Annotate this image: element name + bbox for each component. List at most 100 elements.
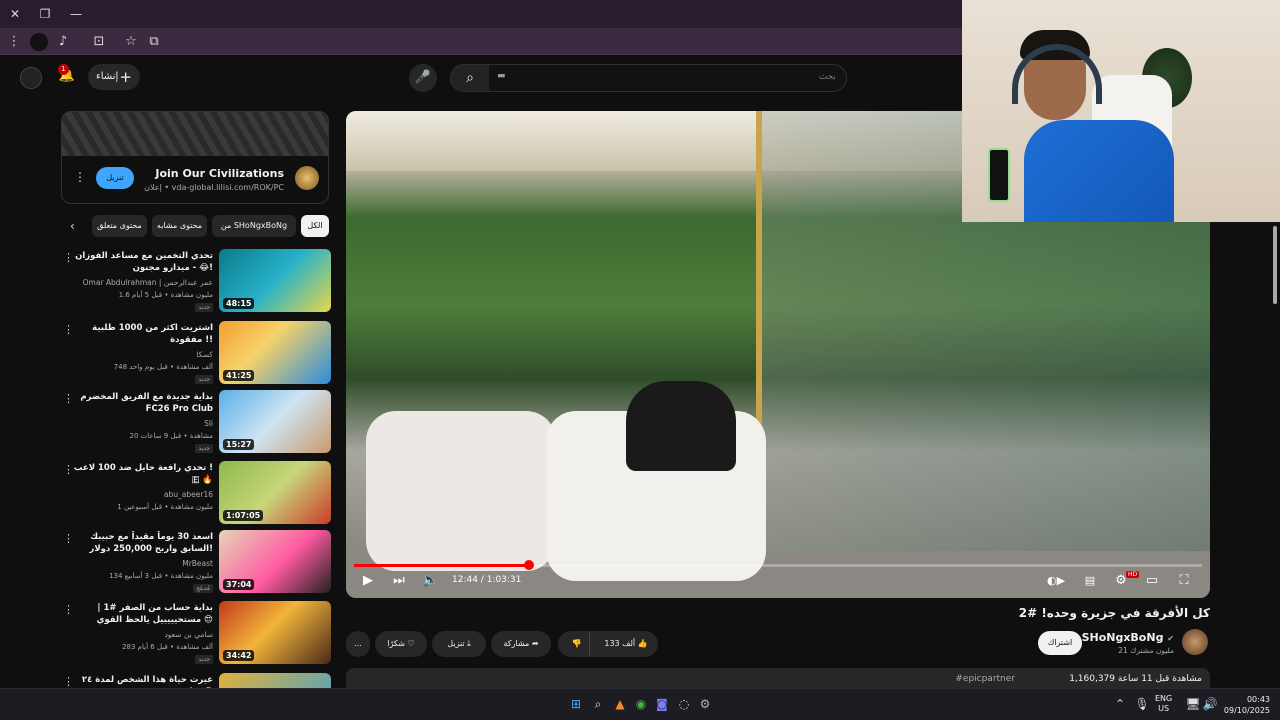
video-thumbnail (219, 673, 331, 688)
settings-icon[interactable]: ⚙ (697, 696, 713, 712)
like-dislike-group: 133 ألف 👍 👎 (558, 631, 658, 657)
search-query-value: ▬ (497, 71, 506, 81)
video-thumbnail: 34:42 (219, 601, 331, 664)
thanks-label: شكرًا (387, 639, 406, 648)
network-icon[interactable]: 🖥 (1185, 696, 1201, 712)
subscribe-button[interactable]: اشتراك (1038, 631, 1082, 655)
chips-scroll-left-icon[interactable]: ‹ (70, 219, 75, 233)
rec-channel: MrBeast (182, 559, 213, 568)
page-scrollbar[interactable] (1270, 222, 1280, 688)
video-thumbnail: 15:27 (219, 390, 331, 453)
duration-badge: 48:15 (223, 298, 255, 309)
sponsored-ad-card[interactable]: Join Our Civilizations إعلان • vda-globa… (61, 111, 329, 204)
tab-search-icon[interactable]: ⧉ (145, 33, 163, 51)
restore-icon[interactable]: ❐ (37, 6, 53, 22)
list-item[interactable]: 15:27 بداية جديدة مع الفريق المخضرم FC26… (61, 390, 331, 456)
rec-title: بداية حساب من الصفر #1 | مستحيييييل يالح… (96, 603, 213, 625)
like-button[interactable]: 133 ألف 👍 (594, 631, 658, 657)
ad-install-button[interactable]: تنزيل (96, 167, 134, 189)
list-item[interactable]: 41:25 اشتريت اكثر من 1000 طلبية مفقودة !… (61, 321, 331, 387)
list-item[interactable]: عيرت حياة هذا الشخص لمدة ٢٤ ساعه 😱 ⋮ (61, 673, 331, 688)
obs-icon[interactable]: ◌ (676, 696, 692, 712)
video-thumbnail: 48:15 (219, 249, 331, 312)
create-label: إنشاء (96, 71, 119, 82)
rec-channel: كسكا (196, 350, 213, 359)
list-item[interactable]: 1:07:05 تحدي رافعة حايل ضد 100 لاعب ! 🇪 … (61, 461, 331, 527)
ad-more-icon[interactable]: ⋮ (74, 170, 86, 184)
chrome-icon[interactable]: ◉ (633, 696, 649, 712)
webcam-shirt (1024, 120, 1174, 222)
search-icon[interactable]: ⌕ (450, 64, 490, 92)
share-button[interactable]: مشاركة ➦ (491, 631, 551, 657)
new-badge: جديد (195, 655, 213, 664)
fullscreen-icon[interactable]: ⛶ (1176, 573, 1192, 589)
search-input[interactable]: ▬ بحث (489, 64, 847, 92)
menu-icon[interactable]: ⋮ (5, 33, 23, 51)
thanks-button[interactable]: شكرًا ♡ (375, 631, 427, 657)
video-thumbnail: 1:07:05 (219, 461, 331, 524)
more-icon[interactable]: ⋮ (63, 251, 74, 264)
new-badge: جديد (195, 444, 213, 453)
media-icon[interactable]: ♪ (54, 33, 72, 51)
list-item[interactable]: 48:15 تحدي التخمين مع مساعد الفوزان - مي… (61, 249, 331, 315)
voice-search-mic-icon[interactable]: 🎤 (409, 64, 437, 92)
rec-channel: abu_abeer16 (163, 490, 213, 499)
ad-banner-image (62, 112, 328, 156)
new-badge: جديد (195, 375, 213, 384)
more-icon[interactable]: ⋮ (63, 323, 74, 336)
tray-expand-icon[interactable]: ⌃ (1112, 696, 1128, 712)
tray-mic-icon[interactable]: 🎙 (1134, 696, 1150, 712)
duration-badge: 34:42 (223, 650, 255, 661)
plus-icon: + (119, 68, 132, 86)
bookmark-star-icon[interactable]: ☆ (122, 33, 140, 51)
channel-avatar[interactable] (1182, 629, 1208, 655)
autoplay-toggle[interactable]: ◐▶ (1044, 573, 1068, 589)
progress-bar[interactable] (354, 560, 1202, 570)
rec-channel: Sli (204, 419, 213, 428)
theater-mode-icon[interactable]: ▭ (1144, 573, 1160, 589)
more-icon[interactable]: ⋮ (63, 532, 74, 545)
subtitles-icon[interactable]: ▤ (1082, 573, 1098, 589)
account-avatar[interactable] (20, 67, 42, 89)
next-icon[interactable]: ⏭ (391, 573, 407, 589)
video-frame-sofa (366, 411, 556, 571)
ad-sponsored-label: إعلان (144, 183, 162, 192)
download-button[interactable]: تنزيل ⤓ (432, 631, 486, 657)
clock-time: 00:43 (1246, 695, 1270, 704)
discord-icon[interactable]: ◙ (654, 696, 670, 712)
chip-from-channel[interactable]: من SHoNgxBoNg (212, 215, 296, 237)
more-icon[interactable]: ⋮ (63, 392, 74, 405)
view-stats: 1,160,379 مشاهدة قبل 11 ساعة (1069, 674, 1202, 684)
list-item[interactable]: 34:42 بداية حساب من الصفر #1 | مستحييييي… (61, 601, 331, 667)
more-icon[interactable]: ⋮ (63, 603, 74, 616)
app-icon[interactable]: ▲ (612, 696, 628, 712)
more-icon[interactable]: ⋮ (63, 463, 74, 476)
chip-all[interactable]: الكل (301, 215, 329, 237)
list-item[interactable]: 37:04 اسعد 30 يوماً مقيداً مع حبيبك السا… (61, 530, 331, 596)
channel-name[interactable]: SHoNgxBoNg ✔ (1082, 631, 1174, 644)
chip-related[interactable]: محتوى متعلق (92, 215, 147, 237)
profile-avatar[interactable] (30, 33, 48, 51)
volume-icon[interactable]: 🔈 (422, 573, 438, 589)
language-indicator[interactable]: ENG US (1155, 694, 1172, 714)
volume-icon[interactable]: 🔊 (1202, 696, 1218, 712)
extensions-icon[interactable]: ⊡ (90, 33, 108, 51)
hashtag-link[interactable]: #epicpartner (955, 674, 1015, 684)
play-icon[interactable]: ▶ (360, 573, 376, 589)
minimize-icon[interactable]: — (68, 6, 84, 22)
rec-meta: 283 ألف مشاهدة • قبل 6 أيام (122, 643, 213, 651)
start-icon[interactable]: ⊞ (568, 696, 584, 712)
rec-meta: 1.6 مليون مشاهدة • قبل 5 أيام (118, 291, 213, 299)
search-icon[interactable]: ⌕ (590, 696, 606, 712)
create-button[interactable]: إنشاء + (88, 64, 140, 90)
more-actions-button[interactable]: ... (346, 631, 370, 657)
chip-similar[interactable]: محتوى مشابه (152, 215, 207, 237)
close-icon[interactable]: ✕ (7, 6, 23, 22)
subscriber-count: 21 مليون مشترك (1118, 646, 1174, 655)
scrollbar-thumb[interactable] (1273, 226, 1277, 304)
clock[interactable]: 00:43 09/10/2025 (1222, 694, 1270, 716)
dislike-icon[interactable]: 👎 (564, 631, 590, 657)
time-display: 12:44 / 1:03:31 (452, 575, 522, 585)
more-icon[interactable]: ⋮ (63, 675, 74, 688)
progress-scrubber[interactable] (523, 560, 534, 570)
